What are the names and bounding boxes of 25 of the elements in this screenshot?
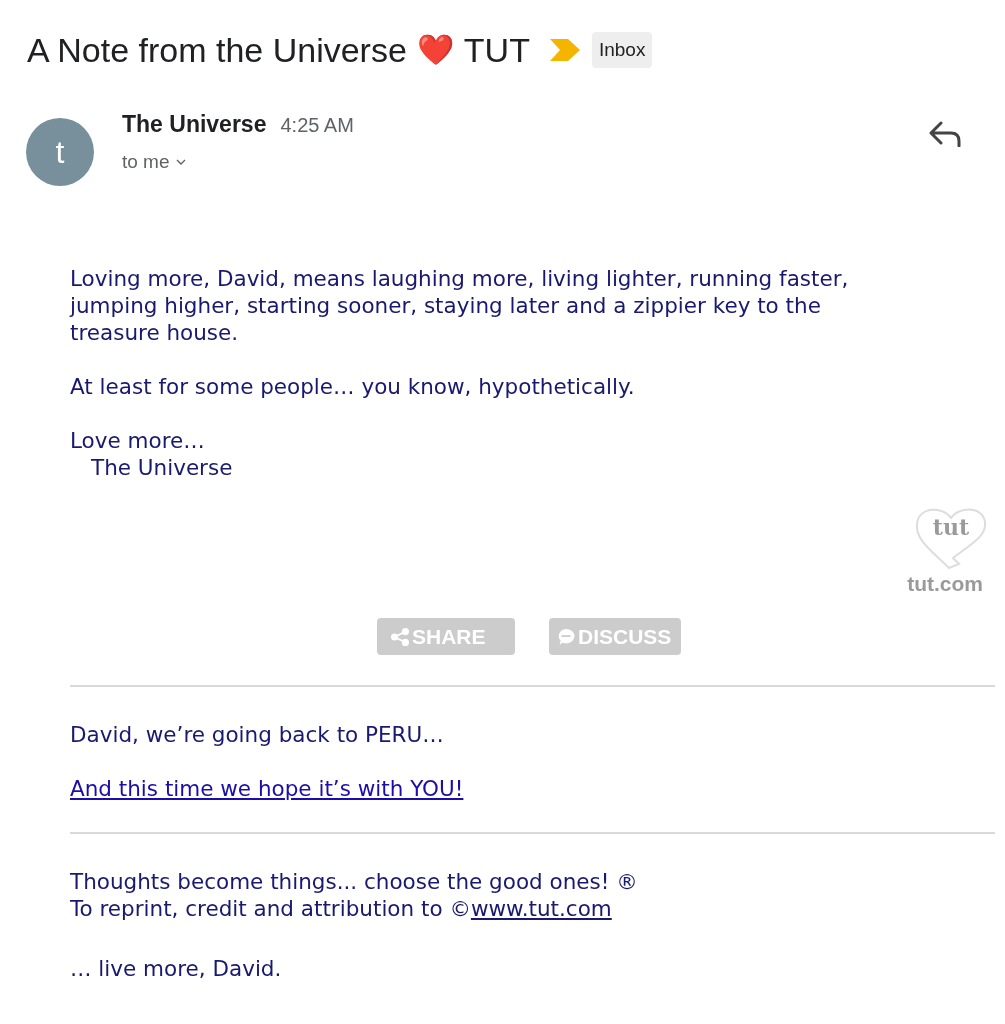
logo-caption: tut.com bbox=[907, 572, 983, 596]
body-paragraph: At least for some people… you know, hypothetically. bbox=[70, 373, 636, 400]
sender-avatar: t bbox=[26, 118, 94, 186]
importance-marker-icon[interactable] bbox=[549, 39, 580, 61]
speech-bubble-icon bbox=[557, 627, 575, 646]
inbox-label[interactable]: Inbox bbox=[591, 31, 653, 69]
tut-logo: tut bbox=[913, 506, 989, 572]
promo-text: David, we’re going back to PERU… bbox=[70, 721, 445, 748]
message-time: 4:25 AM bbox=[280, 113, 354, 138]
closing-text: Love more… bbox=[70, 427, 206, 454]
promo-link[interactable]: And this time we hope it’s with YOU! bbox=[70, 776, 464, 801]
subject-tag: TUT bbox=[463, 33, 530, 67]
website-link[interactable]: www.tut.com bbox=[470, 896, 612, 921]
chevron-down-icon bbox=[175, 158, 186, 165]
email-subject: A Note from the Universe bbox=[27, 33, 407, 67]
sender-name: The Universe bbox=[122, 110, 267, 139]
share-icon bbox=[391, 627, 409, 646]
signature-text: The Universe bbox=[90, 454, 234, 481]
motto-text: Thoughts become things... choose the good ones! ® bbox=[70, 868, 639, 895]
reprint-text: To reprint, credit and attribution to ©www.tut.com bbox=[70, 895, 613, 922]
reply-icon[interactable] bbox=[929, 121, 961, 147]
signoff-text: … live more, David. bbox=[70, 955, 283, 982]
recipient-toggle[interactable]: to me bbox=[122, 147, 186, 176]
heart-emoji: ❤ bbox=[416, 35, 454, 65]
body-paragraph: Loving more, David, means laughing more, living lighter, running faster, jumping higher, starting sooner, staying later and a zippier key to the treasure house. bbox=[70, 265, 850, 346]
